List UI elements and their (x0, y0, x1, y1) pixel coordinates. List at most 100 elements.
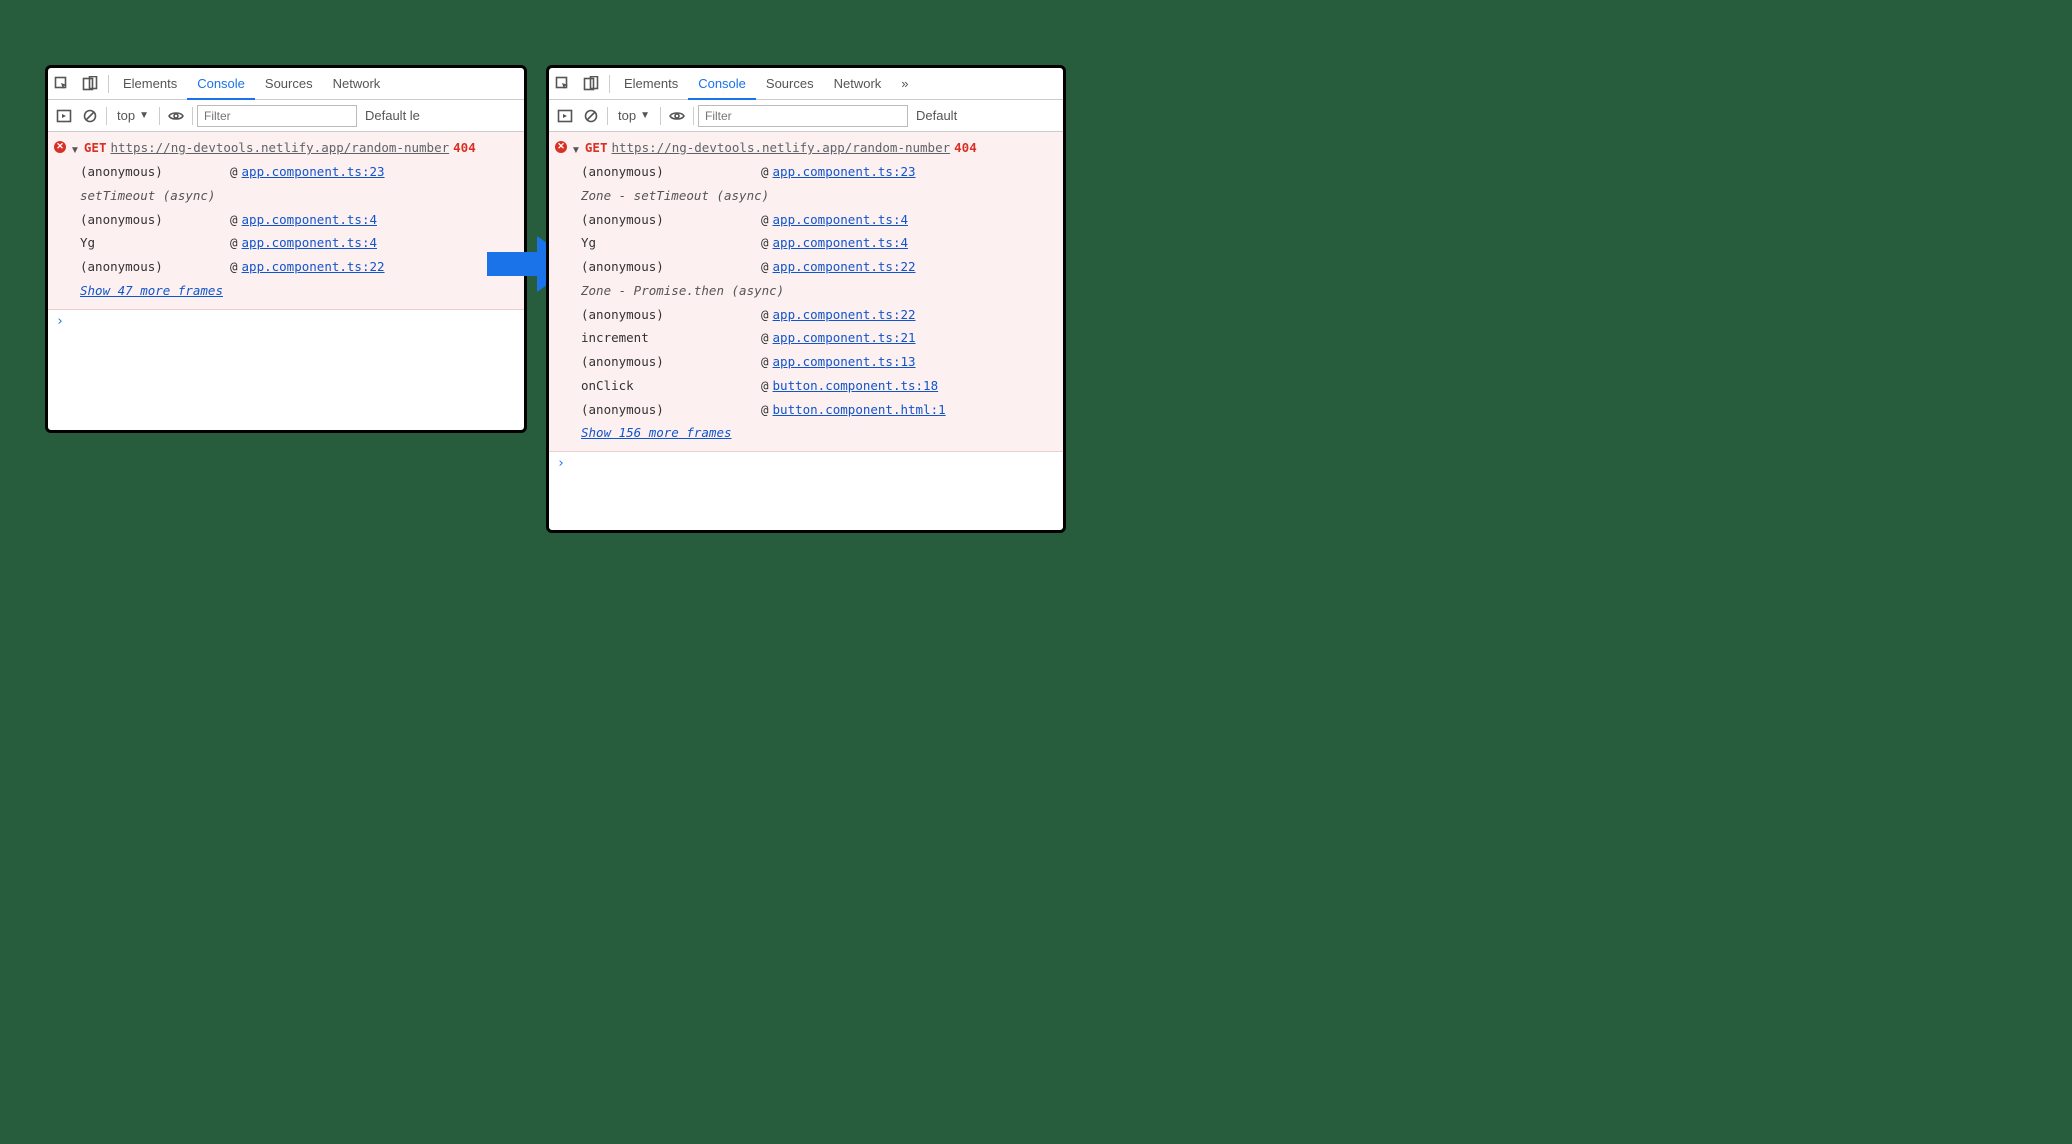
async-cause: setTimeout (async) (80, 184, 518, 208)
tab-sources[interactable]: Sources (255, 68, 323, 100)
stack-frame: (anonymous) @ app.component.ts:22 (581, 303, 1057, 327)
more-tabs[interactable]: » (891, 68, 918, 100)
at-symbol: @ (761, 255, 769, 279)
stack-frame: (anonymous) @ app.component.ts:23 (581, 160, 1057, 184)
at-symbol: @ (761, 303, 769, 327)
live-expression-icon[interactable] (665, 102, 689, 130)
frame-function: (anonymous) (80, 208, 230, 232)
clear-console-icon[interactable] (579, 102, 603, 130)
tab-console[interactable]: Console (688, 68, 756, 100)
devtools-panel-before: Elements Console Sources Network top ▼ D… (45, 65, 527, 433)
frame-function: (anonymous) (581, 160, 761, 184)
error-icon: ✕ (555, 141, 567, 153)
devtools-tabbar: Elements Console Sources Network » (549, 68, 1063, 100)
at-symbol: @ (761, 160, 769, 184)
stack-frame: (anonymous) @ app.component.ts:4 (80, 208, 518, 232)
error-icon: ✕ (54, 141, 66, 153)
console-prompt[interactable]: › (549, 452, 1063, 475)
async-cause: Zone - setTimeout (async) (581, 184, 1057, 208)
stack-frame: Yg @ app.component.ts:4 (80, 231, 518, 255)
clear-console-icon[interactable] (78, 102, 102, 130)
device-toggle-icon[interactable] (577, 68, 605, 100)
frame-location[interactable]: button.component.html:1 (773, 398, 946, 422)
at-symbol: @ (230, 208, 238, 232)
http-status: 404 (954, 136, 977, 160)
inspect-icon[interactable] (549, 68, 577, 100)
request-url[interactable]: https://ng-devtools.netlify.app/random-n… (611, 136, 950, 160)
frame-location[interactable]: app.component.ts:22 (773, 255, 916, 279)
frame-location[interactable]: app.component.ts:13 (773, 350, 916, 374)
console-error-group: ✕ ▼ GET https://ng-devtools.netlify.app/… (48, 132, 524, 310)
http-method: GET (84, 136, 107, 160)
frame-function: increment (581, 326, 761, 350)
stack-frame: (anonymous) @ app.component.ts:22 (80, 255, 518, 279)
frame-function: (anonymous) (80, 255, 230, 279)
context-label: top (618, 108, 636, 123)
frame-location[interactable]: app.component.ts:23 (242, 160, 385, 184)
at-symbol: @ (761, 398, 769, 422)
at-symbol: @ (230, 160, 238, 184)
stack-frame: Yg @ app.component.ts:4 (581, 231, 1057, 255)
divider (609, 75, 610, 93)
stack-frame: (anonymous) @ app.component.ts:22 (581, 255, 1057, 279)
disclosure-triangle-icon[interactable]: ▼ (571, 141, 581, 160)
tab-sources[interactable]: Sources (756, 68, 824, 100)
sidebar-toggle-icon[interactable] (553, 102, 577, 130)
frame-function: (anonymous) (581, 208, 761, 232)
disclosure-triangle-icon[interactable]: ▼ (70, 141, 80, 160)
divider (693, 107, 694, 125)
filter-input[interactable] (698, 105, 908, 127)
context-selector[interactable]: top ▼ (111, 108, 155, 123)
at-symbol: @ (761, 350, 769, 374)
frame-location[interactable]: app.component.ts:23 (773, 160, 916, 184)
context-selector[interactable]: top ▼ (612, 108, 656, 123)
log-levels[interactable]: Default (910, 108, 963, 123)
frame-function: (anonymous) (80, 160, 230, 184)
stack-frame: onClick @ button.component.ts:18 (581, 374, 1057, 398)
divider (660, 107, 661, 125)
at-symbol: @ (761, 231, 769, 255)
frame-location[interactable]: button.component.ts:18 (773, 374, 939, 398)
frame-location[interactable]: app.component.ts:4 (242, 208, 377, 232)
show-more-frames[interactable]: Show 156 more frames (581, 421, 1057, 445)
filter-input[interactable] (197, 105, 357, 127)
frame-function: (anonymous) (581, 398, 761, 422)
async-cause: Zone - Promise.then (async) (581, 279, 1057, 303)
stack-frame: (anonymous) @ app.component.ts:23 (80, 160, 518, 184)
http-status: 404 (453, 136, 476, 160)
at-symbol: @ (761, 374, 769, 398)
tab-console[interactable]: Console (187, 68, 255, 100)
request-url[interactable]: https://ng-devtools.netlify.app/random-n… (110, 136, 449, 160)
tab-network[interactable]: Network (824, 68, 892, 100)
frame-location[interactable]: app.component.ts:4 (242, 231, 377, 255)
frame-location[interactable]: app.component.ts:22 (773, 303, 916, 327)
console-prompt[interactable]: › (48, 310, 524, 333)
frame-location[interactable]: app.component.ts:22 (242, 255, 385, 279)
devtools-panel-after: Elements Console Sources Network » top ▼… (546, 65, 1066, 533)
divider (192, 107, 193, 125)
at-symbol: @ (761, 326, 769, 350)
log-levels[interactable]: Default le (359, 108, 426, 123)
tab-network[interactable]: Network (323, 68, 391, 100)
divider (108, 75, 109, 93)
frame-location[interactable]: app.component.ts:4 (773, 231, 908, 255)
tab-elements[interactable]: Elements (113, 68, 187, 100)
live-expression-icon[interactable] (164, 102, 188, 130)
at-symbol: @ (761, 208, 769, 232)
stack-frame: (anonymous) @ app.component.ts:4 (581, 208, 1057, 232)
sidebar-toggle-icon[interactable] (52, 102, 76, 130)
frame-function: (anonymous) (581, 303, 761, 327)
show-more-frames[interactable]: Show 47 more frames (80, 279, 518, 303)
http-method: GET (585, 136, 608, 160)
frame-function: (anonymous) (581, 350, 761, 374)
frame-function: (anonymous) (581, 255, 761, 279)
context-label: top (117, 108, 135, 123)
inspect-icon[interactable] (48, 68, 76, 100)
frame-location[interactable]: app.component.ts:4 (773, 208, 908, 232)
divider (607, 107, 608, 125)
chevron-down-icon: ▼ (640, 110, 650, 121)
stack-frame: (anonymous) @ app.component.ts:13 (581, 350, 1057, 374)
tab-elements[interactable]: Elements (614, 68, 688, 100)
device-toggle-icon[interactable] (76, 68, 104, 100)
frame-location[interactable]: app.component.ts:21 (773, 326, 916, 350)
